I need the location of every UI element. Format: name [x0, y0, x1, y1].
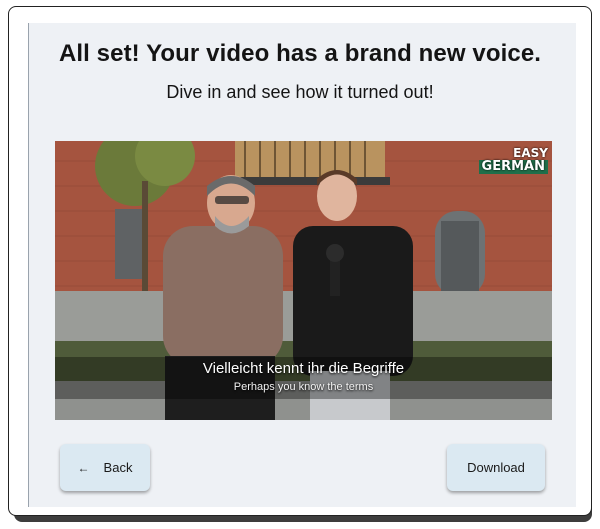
- page-subtitle: Dive in and see how it turned out!: [166, 82, 434, 102]
- download-button-label: Download: [467, 460, 525, 475]
- video-player[interactable]: EASY GERMAN Vielleicht kennt ihr die Beg…: [55, 141, 552, 420]
- page-title: All set! Your video has a brand new voic…: [58, 40, 542, 67]
- channel-logo: EASY GERMAN: [478, 146, 548, 174]
- back-button-label: Back: [103, 460, 133, 475]
- subtitle-primary: Vielleicht kennt ihr die Begriffe: [202, 360, 405, 377]
- back-button[interactable]: ← Back: [60, 444, 150, 491]
- download-button[interactable]: Download: [447, 444, 545, 491]
- subtitle-secondary: Perhaps you know the terms: [233, 381, 374, 393]
- arrow-left-icon: ←: [77, 460, 90, 475]
